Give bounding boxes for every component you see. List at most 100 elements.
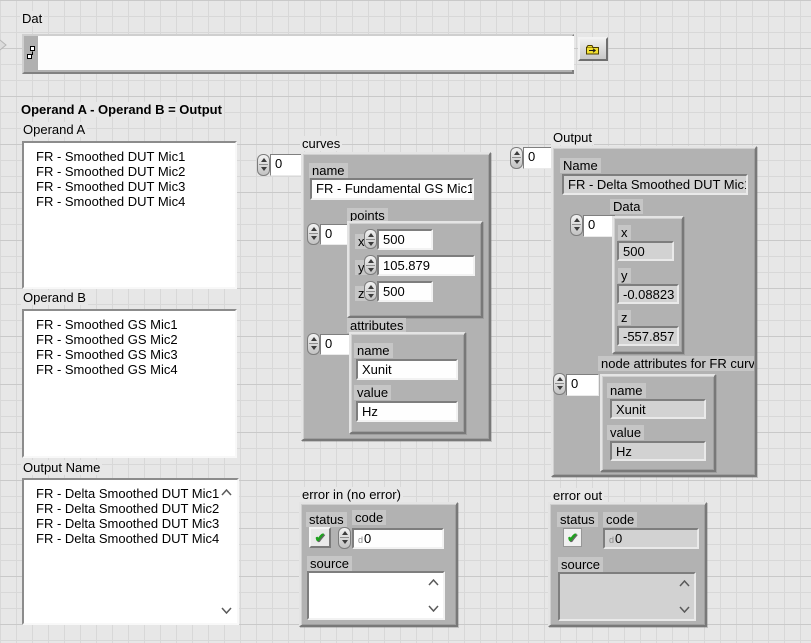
curve-name-field[interactable]: FR - Fundamental GS Mic1	[310, 178, 474, 200]
spinner-divider	[309, 343, 318, 344]
source-label: source	[558, 557, 603, 572]
decrement-icon[interactable]	[368, 242, 374, 246]
status-label: status	[557, 512, 598, 527]
list-item[interactable]: FR - Smoothed GS Mic2	[24, 332, 235, 347]
section-heading: Operand A - Operand B = Output	[19, 102, 224, 117]
panel-edge-marker-icon	[0, 39, 8, 51]
radix-indicator: d	[609, 535, 614, 545]
curves-index-spinner[interactable]	[257, 154, 270, 176]
node-attributes-index-value[interactable]: 0	[566, 374, 599, 396]
code-label: code	[352, 510, 386, 525]
increment-icon[interactable]	[261, 158, 267, 162]
operand-b-label: Operand B	[21, 290, 88, 305]
status-boolean-button[interactable]: ✔	[309, 527, 331, 548]
list-item[interactable]: FR - Delta Smoothed DUT Mic2	[24, 501, 214, 516]
spinner-divider	[366, 291, 375, 292]
z-field[interactable]: 500	[377, 281, 433, 302]
points-cluster: x 500 y 105.879 z 500	[347, 221, 483, 318]
scroll-up-icon[interactable]	[679, 580, 690, 587]
decrement-icon[interactable]	[311, 346, 317, 350]
node-attributes-index-spinner[interactable]	[553, 373, 566, 395]
scroll-down-icon[interactable]	[221, 607, 232, 614]
decrement-icon[interactable]	[261, 167, 267, 171]
increment-icon[interactable]	[574, 218, 580, 222]
y-field: -0.08823	[617, 284, 679, 304]
points-index-spinner[interactable]	[307, 223, 320, 245]
increment-icon[interactable]	[368, 233, 374, 237]
spinner-divider	[555, 383, 564, 384]
list-item[interactable]: FR - Smoothed GS Mic1	[24, 317, 235, 332]
path-input[interactable]	[38, 36, 574, 70]
increment-icon[interactable]	[368, 285, 374, 289]
list-item[interactable]: FR - Delta Smoothed DUT Mic1	[24, 486, 214, 501]
status-ok-check-icon: ✔	[567, 530, 578, 545]
list-item[interactable]: FR - Smoothed GS Mic4	[24, 362, 235, 377]
list-item[interactable]: FR - Smoothed DUT Mic3	[24, 179, 235, 194]
output-index-spinner[interactable]	[510, 147, 523, 169]
decrement-icon[interactable]	[342, 540, 348, 544]
operand-a-listbox[interactable]: FR - Smoothed DUT Mic1 FR - Smoothed DUT…	[22, 141, 237, 289]
decrement-icon[interactable]	[557, 386, 563, 390]
list-item[interactable]: FR - Smoothed DUT Mic2	[24, 164, 235, 179]
list-item[interactable]: FR - Smoothed GS Mic3	[24, 347, 235, 362]
labview-front-panel: Dat Operand A - Operand B = Output Opera…	[0, 0, 811, 643]
x-spinner[interactable]	[364, 229, 377, 249]
attribute-value-field: Hz	[610, 441, 706, 461]
operand-b-listbox[interactable]: FR - Smoothed GS Mic1 FR - Smoothed GS M…	[22, 309, 237, 458]
spinner-divider	[512, 157, 521, 158]
increment-icon[interactable]	[342, 531, 348, 535]
list-item[interactable]: FR - Delta Smoothed DUT Mic3	[24, 516, 214, 531]
spinner-divider	[340, 537, 349, 538]
attribute-name-field[interactable]: Xunit	[356, 359, 458, 380]
increment-icon[interactable]	[557, 377, 563, 381]
error-out-label: error out	[551, 488, 604, 503]
increment-icon[interactable]	[311, 337, 317, 341]
status-boolean-indicator: ✔	[563, 528, 582, 547]
scroll-down-icon[interactable]	[428, 605, 439, 612]
source-field[interactable]	[307, 571, 445, 620]
z-spinner[interactable]	[364, 281, 377, 301]
code-spinner[interactable]	[338, 527, 351, 549]
code-field[interactable]: d0	[352, 528, 444, 549]
list-item[interactable]: FR - Smoothed DUT Mic1	[24, 149, 235, 164]
output-cluster: Name FR - Delta Smoothed DUT Mic1 Data 0…	[551, 146, 757, 477]
y-spinner[interactable]	[364, 255, 377, 275]
operand-a-label: Operand A	[21, 122, 87, 137]
radix-indicator: d	[358, 535, 363, 545]
decrement-icon[interactable]	[311, 236, 317, 240]
attribute-value-label: value	[354, 385, 391, 400]
z-field: -557.857	[617, 326, 679, 346]
decrement-icon[interactable]	[574, 227, 580, 231]
output-name-listbox[interactable]: FR - Delta Smoothed DUT Mic1 FR - Delta …	[22, 478, 239, 625]
attributes-index-value[interactable]: 0	[320, 334, 352, 355]
curves-index-value[interactable]: 0	[270, 154, 302, 176]
code-label: code	[603, 512, 637, 527]
data-cluster-label: Data	[610, 199, 643, 214]
attribute-name-label: name	[354, 343, 393, 358]
x-label: x	[618, 225, 631, 240]
scroll-down-icon[interactable]	[679, 606, 690, 613]
path-type-icon	[26, 46, 36, 60]
attributes-index-spinner[interactable]	[307, 333, 320, 355]
list-item[interactable]: FR - Delta Smoothed DUT Mic4	[24, 531, 214, 546]
data-index-spinner[interactable]	[570, 214, 583, 236]
decrement-icon[interactable]	[368, 294, 374, 298]
x-field[interactable]: 500	[377, 229, 433, 250]
increment-icon[interactable]	[311, 227, 317, 231]
increment-icon[interactable]	[514, 151, 520, 155]
output-cluster-label: Output	[551, 130, 594, 145]
y-field[interactable]: 105.879	[377, 255, 475, 276]
curves-cluster: name FR - Fundamental GS Mic1 points 0 x…	[301, 152, 491, 441]
browse-button[interactable]	[578, 37, 608, 61]
scroll-up-icon[interactable]	[428, 579, 439, 586]
source-label: source	[307, 556, 352, 571]
output-name-field-label: Name	[560, 158, 601, 173]
scroll-up-icon[interactable]	[221, 489, 232, 496]
decrement-icon[interactable]	[368, 268, 374, 272]
decrement-icon[interactable]	[514, 160, 520, 164]
list-item[interactable]: FR - Smoothed DUT Mic4	[24, 194, 235, 209]
attribute-value-field[interactable]: Hz	[356, 401, 458, 422]
curves-cluster-label: curves	[300, 136, 342, 151]
code-value: 0	[615, 531, 622, 546]
increment-icon[interactable]	[368, 259, 374, 263]
